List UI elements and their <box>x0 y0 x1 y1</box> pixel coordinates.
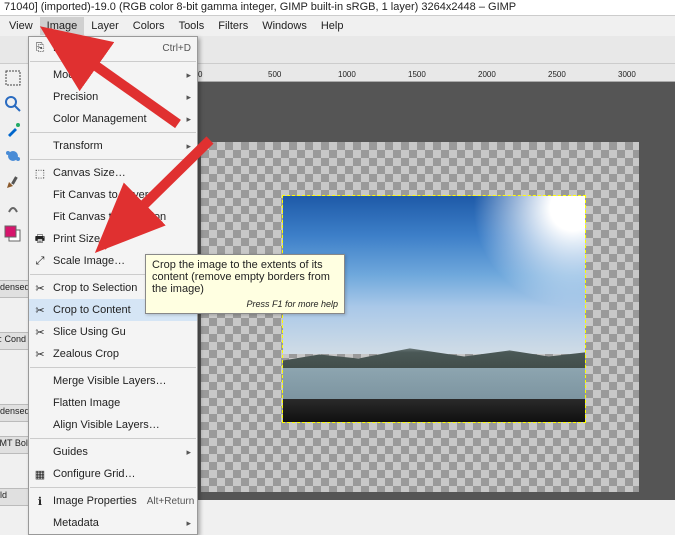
slice-icon: ✂ <box>33 325 47 339</box>
grid-icon: ▦ <box>33 467 47 481</box>
menu-item-configure-grid[interactable]: ▦Configure Grid… <box>29 463 197 485</box>
menu-help[interactable]: Help <box>314 17 351 35</box>
annotation-arrow-2 <box>90 130 220 263</box>
tooltip-text: Crop the image to the extents of its con… <box>152 259 338 295</box>
info-icon: ℹ <box>33 494 47 508</box>
tool-fuzzy-select[interactable] <box>3 146 23 166</box>
menu-item-align-layers[interactable]: Align Visible Layers… <box>29 414 197 436</box>
menu-windows[interactable]: Windows <box>255 17 314 35</box>
tool-paintbrush[interactable] <box>3 172 23 192</box>
menu-item-slice-guides[interactable]: ✂Slice Using Gu <box>29 321 197 343</box>
tooltip-crop-content: Crop the image to the extents of its con… <box>145 254 345 314</box>
menu-item-flatten[interactable]: Flatten Image <box>29 392 197 414</box>
menu-item-metadata[interactable]: Metadata <box>29 512 197 534</box>
tool-fg-bg-colors[interactable] <box>3 224 23 244</box>
dock-fragments: ndensed s: Cond ndensed i MT Bold, old <box>0 280 28 506</box>
menu-view[interactable]: View <box>2 17 40 35</box>
tool-color-picker[interactable] <box>3 120 23 140</box>
menu-item-image-properties[interactable]: ℹImage PropertiesAlt+Return <box>29 490 197 512</box>
menu-item-merge-visible[interactable]: Merge Visible Layers… <box>29 370 197 392</box>
photo-road <box>283 399 585 422</box>
zealous-icon: ✂ <box>33 347 47 361</box>
print-size-icon: 🖶 <box>33 232 47 246</box>
tool-smudge[interactable] <box>3 198 23 218</box>
canvas-size-icon: ⬚ <box>33 166 47 180</box>
annotation-arrow-1 <box>38 24 188 137</box>
tool-zoom[interactable] <box>3 94 23 114</box>
scale-icon: ⤢ <box>33 254 47 268</box>
photo-sunflare <box>465 196 585 316</box>
menu-filters[interactable]: Filters <box>211 17 255 35</box>
crop-content-icon: ✂ <box>33 303 47 317</box>
menu-item-guides[interactable]: Guides <box>29 441 197 463</box>
tool-rect-select[interactable] <box>3 68 23 88</box>
window-title: 71040] (imported)-19.0 (RGB color 8-bit … <box>0 0 675 16</box>
tooltip-help-hint: Press F1 for more help <box>152 299 338 309</box>
menu-item-zealous-crop[interactable]: ✂Zealous Crop <box>29 343 197 365</box>
crop-icon: ✂ <box>33 281 47 295</box>
